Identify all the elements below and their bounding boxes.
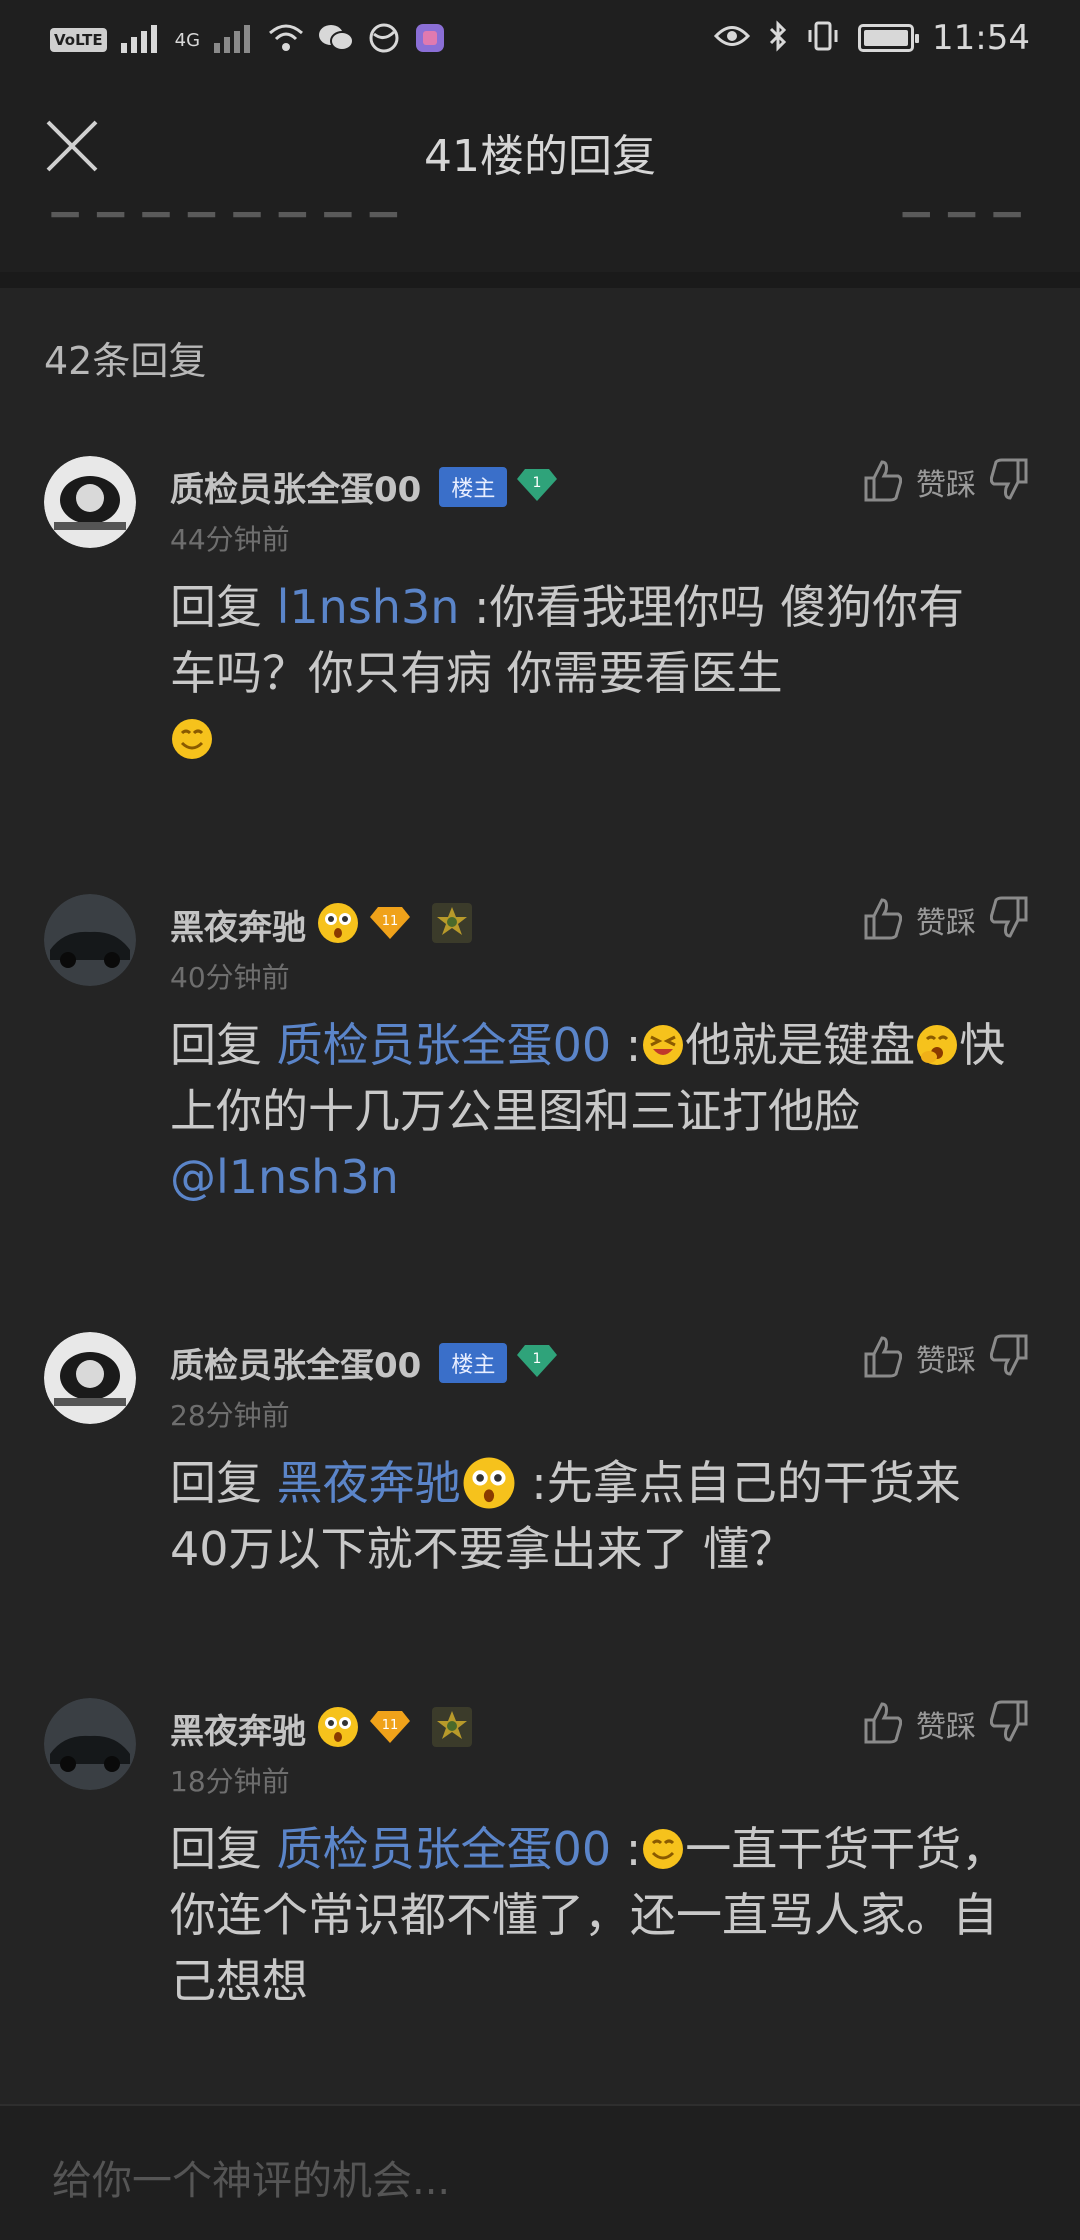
battery-icon [858,24,920,52]
avatar[interactable] [44,456,136,548]
level-number: 1 [533,475,542,491]
thumbs-down-icon[interactable] [989,1334,1030,1382]
clipped-text-left: ▬ ▬ ▬ ▬ ▬ ▬ ▬ ▬ [48,212,400,229]
signal-icon [120,23,161,57]
mention-link[interactable]: @l1nsh3n [170,1150,399,1204]
app-icon [414,22,446,58]
thumbs-down-icon[interactable] [989,458,1030,506]
level-number: 11 [382,1718,399,1733]
reply-prefix: 回复 [170,1456,277,1510]
shocked-emoji-icon [316,901,360,949]
wifi-icon [268,23,304,57]
level-gem-icon: 1 [517,467,558,507]
mention-link[interactable]: 质检员张全蛋00 [277,1018,612,1072]
clock: 11:54 [932,18,1030,58]
op-badge: 楼主 [439,1342,508,1383]
comment-text: 回复 质检员张全蛋00 : 他就是键盘 快上你的十几万公里图和三证打他脸@l1nsh… [170,1012,1010,1210]
level-gem-icon: 11 [370,1709,410,1749]
timestamp: 18分钟前 [170,1765,290,1798]
comment-body: 他就是键盘 [685,1018,916,1072]
shocked-emoji-icon [316,1705,360,1753]
avatar[interactable] [44,1332,136,1424]
thumbs-up-icon[interactable] [862,458,903,506]
thumbs-up-icon[interactable] [862,1700,903,1748]
vote-controls: 赞踩 [862,458,1030,506]
mention-link[interactable]: l1nsh3n [277,580,460,634]
vote-label: 赞踩 [916,906,976,941]
reply-prefix: 回复 [170,1822,277,1876]
smile-emoji-icon [172,719,212,759]
avatar[interactable] [44,894,136,986]
level-number: 11 [382,914,399,929]
bluetooth-icon [768,20,788,56]
comment-text: 回复 l1nsh3n :你看我理你吗 傻狗你有车吗？你只有病 你需要看医生 [170,574,1010,772]
nav-bar: 41楼的回复 [0,80,1080,212]
comment-text: 回复 质检员张全蛋00 : 一直干货干货，你连个常识都不懂了，还一直骂人家。自己想… [170,1816,1010,2014]
vote-label: 赞踩 [916,1344,976,1379]
vote-label: 赞踩 [916,1710,976,1745]
eye-icon [713,23,751,53]
reply-prefix: 回复 [170,580,277,634]
username[interactable]: 黑夜奔驰 [170,1704,306,1753]
timestamp: 44分钟前 [170,523,290,556]
level-number: 1 [533,1351,542,1367]
comment-input[interactable]: 给你一个神评的机会... [52,2148,450,2206]
comment-input-bar: 给你一个神评的机会... [0,2104,1080,2240]
status-bar: VoLTE 4G 11:54 [0,0,1080,80]
op-badge: 楼主 [439,466,508,507]
section-divider [0,272,1080,288]
thumbs-down-icon[interactable] [989,1700,1030,1748]
vote-controls: 赞踩 [862,1334,1030,1382]
username[interactable]: 黑夜奔驰 [170,900,306,949]
thumbs-up-icon[interactable] [862,1334,903,1382]
volte-indicator: VoLTE [50,28,107,52]
mention-link[interactable]: 黑夜奔驰 [277,1456,461,1510]
laughing-emoji-icon [643,1025,684,1065]
comment-body: : [611,1018,642,1072]
vibrate-icon [806,20,840,56]
browser-icon [368,22,400,58]
avatar[interactable] [44,1698,136,1790]
wechat-icon [318,23,355,57]
level-gem-icon: 1 [517,1343,558,1383]
timestamp: 28分钟前 [170,1399,290,1432]
reply-prefix: 回复 [170,1018,277,1072]
clipped-text-right: ▬ ▬ ▬ [899,212,1024,229]
comment-text: 回复 黑夜奔驰 :先拿点自己的干货来 40万以下就不要拿出来了 懂？ [170,1450,1010,1582]
smile-emoji-icon [643,1829,684,1869]
thumbs-down-icon[interactable] [989,896,1030,944]
clipped-floor-row: ▬ ▬ ▬ ▬ ▬ ▬ ▬ ▬ ▬ ▬ ▬ [0,212,1080,272]
thumbs-up-icon[interactable] [862,896,903,944]
signal-icon-2 [214,23,254,57]
yawn-emoji-icon [917,1025,958,1065]
network-type: 4G [174,29,201,51]
mention-link[interactable]: 质检员张全蛋00 [277,1822,612,1876]
vote-label: 赞踩 [916,468,976,503]
vote-controls: 赞踩 [862,1700,1030,1748]
username[interactable]: 质检员张全蛋00 [170,462,421,511]
timestamp: 40分钟前 [170,961,290,994]
comment-body: : [611,1822,642,1876]
page-title: 41楼的回复 [424,131,656,182]
reply-count: 42条回复 [44,339,207,383]
level-gem-icon: 11 [370,905,410,945]
medal-icon [430,901,474,949]
vote-controls: 赞踩 [862,896,1030,944]
medal-icon [430,1705,474,1753]
username[interactable]: 质检员张全蛋00 [170,1338,421,1387]
shocked-emoji-icon [463,1457,515,1509]
